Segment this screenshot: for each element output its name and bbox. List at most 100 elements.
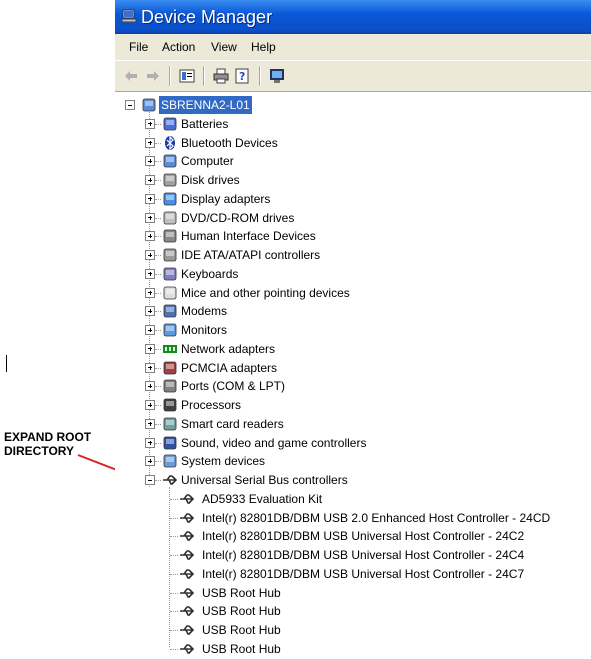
usb-device-label: USB Root Hub bbox=[202, 641, 281, 656]
expand-toggle[interactable] bbox=[145, 306, 155, 317]
expand-toggle[interactable] bbox=[145, 325, 155, 335]
svg-text:?: ? bbox=[239, 70, 245, 83]
expand-toggle[interactable] bbox=[145, 212, 155, 223]
tree-category[interactable]: Computer bbox=[115, 152, 591, 170]
collapse-toggle[interactable] bbox=[125, 100, 135, 110]
tree-guide-line bbox=[170, 517, 178, 519]
tree-category[interactable]: Bluetooth Devices bbox=[115, 134, 591, 152]
expand-toggle[interactable] bbox=[145, 268, 155, 279]
device-manager-window: Device Manager File Action View Help ? S… bbox=[115, 0, 591, 659]
usb-device-item[interactable]: Intel(r) 82801DB/DBM USB Universal Host … bbox=[115, 527, 591, 545]
expand-toggle[interactable] bbox=[145, 137, 155, 148]
tree-category[interactable]: Smart card readers bbox=[115, 415, 591, 433]
tree-guide-line bbox=[155, 217, 161, 219]
tree-category[interactable]: Display adapters bbox=[115, 190, 591, 208]
expand-toggle[interactable] bbox=[145, 456, 155, 467]
tree-category[interactable]: Processors bbox=[115, 396, 591, 414]
expand-toggle[interactable] bbox=[145, 156, 155, 167]
tree-guide-line bbox=[170, 555, 178, 556]
tree-category[interactable]: DVD/CD-ROM drives bbox=[115, 209, 591, 227]
menu-bar: File Action View Help bbox=[115, 34, 591, 60]
menu-action[interactable]: Action bbox=[162, 40, 195, 54]
usb-device-label: Intel(r) 82801DB/DBM USB Universal Host … bbox=[202, 548, 525, 562]
tree-root[interactable]: SBRENNA2-L01 bbox=[115, 96, 591, 114]
menu-view[interactable]: View bbox=[211, 40, 237, 54]
back-icon[interactable] bbox=[123, 68, 139, 84]
tree-category[interactable]: Network adapters bbox=[115, 340, 591, 358]
pcmcia-icon bbox=[163, 361, 177, 374]
tree-guide-line bbox=[155, 423, 161, 425]
expand-toggle[interactable] bbox=[145, 418, 155, 429]
expand-toggle[interactable] bbox=[145, 193, 155, 204]
tree-guide-line bbox=[155, 386, 161, 388]
tree-category[interactable]: Disk drives bbox=[115, 171, 591, 189]
annotation-line-1: EXPAND ROOT bbox=[4, 430, 92, 444]
tree-category-label: IDE ATA/ATAPI controllers bbox=[181, 248, 321, 262]
tree-category-label: Keyboards bbox=[181, 266, 239, 281]
expand-toggle[interactable] bbox=[145, 231, 155, 242]
forward-icon[interactable] bbox=[145, 68, 161, 84]
collapse-toggle[interactable] bbox=[145, 475, 155, 485]
title-bar[interactable]: Device Manager bbox=[115, 0, 591, 34]
expand-toggle[interactable] bbox=[145, 250, 155, 260]
tree-category[interactable]: Ports (COM & LPT) bbox=[115, 377, 591, 395]
tree-category[interactable]: Batteries bbox=[115, 115, 591, 133]
battery-icon bbox=[163, 117, 177, 131]
expand-toggle[interactable] bbox=[145, 400, 155, 410]
usb-device-label: AD5933 Evaluation Kit bbox=[202, 491, 323, 506]
smartcard-icon bbox=[163, 417, 177, 431]
expand-toggle[interactable] bbox=[145, 287, 155, 298]
usb-device-item[interactable]: USB Root Hub bbox=[115, 602, 591, 620]
properties-icon[interactable] bbox=[179, 68, 195, 84]
expand-toggle[interactable] bbox=[145, 175, 155, 185]
print-icon[interactable] bbox=[213, 68, 229, 84]
usb-device-label: Intel(r) 82801DB/DBM USB Universal Host … bbox=[202, 566, 525, 581]
usb-icon bbox=[180, 493, 195, 504]
menu-file[interactable]: File bbox=[129, 40, 148, 54]
tree-category[interactable]: IDE ATA/ATAPI controllers bbox=[115, 246, 591, 264]
tree-category[interactable]: Human Interface Devices bbox=[115, 227, 591, 245]
tree-category-label: Disk drives bbox=[181, 173, 240, 187]
usb-icon bbox=[180, 643, 195, 654]
expand-toggle[interactable] bbox=[145, 381, 155, 392]
expand-toggle[interactable] bbox=[145, 362, 155, 373]
expand-toggle[interactable] bbox=[145, 343, 155, 354]
help-icon[interactable]: ? bbox=[235, 68, 251, 84]
processor-icon bbox=[163, 398, 177, 412]
tree-category[interactable]: Sound, video and game controllers bbox=[115, 434, 591, 452]
usb-device-item[interactable]: Intel(r) 82801DB/DBM USB Universal Host … bbox=[115, 546, 591, 564]
tree-category-label: Human Interface Devices bbox=[181, 229, 316, 244]
expand-toggle[interactable] bbox=[145, 118, 155, 129]
tree-category[interactable]: PCMCIA adapters bbox=[115, 359, 591, 377]
tree-category-label: Modems bbox=[181, 304, 228, 319]
usb-icon bbox=[180, 587, 195, 598]
dvd-icon bbox=[163, 211, 177, 224]
tree-category[interactable]: Monitors bbox=[115, 321, 591, 339]
tree-category[interactable]: Mice and other pointing devices bbox=[115, 284, 591, 302]
usb-device-item[interactable]: Intel(r) 82801DB/DBM USB Universal Host … bbox=[115, 565, 591, 583]
system-icon bbox=[163, 454, 177, 468]
tree-category[interactable]: Keyboards bbox=[115, 265, 591, 283]
menu-help[interactable]: Help bbox=[251, 40, 276, 54]
tree-category[interactable]: Modems bbox=[115, 302, 591, 320]
usb-device-item[interactable]: USB Root Hub bbox=[115, 621, 591, 639]
tree-guide-line bbox=[170, 573, 178, 575]
tree-category-label: Ports (COM & LPT) bbox=[181, 379, 286, 394]
monitor-icon bbox=[163, 323, 177, 337]
computer-icon bbox=[142, 98, 156, 112]
network-icon bbox=[163, 344, 177, 353]
tree-guide-line bbox=[155, 292, 161, 294]
usb-device-item[interactable]: USB Root Hub bbox=[115, 640, 591, 658]
tree-category[interactable]: Universal Serial Bus controllers bbox=[115, 471, 591, 489]
usb-device-item[interactable]: AD5933 Evaluation Kit bbox=[115, 490, 591, 508]
expand-toggle[interactable] bbox=[145, 437, 155, 448]
scan-hardware-icon[interactable] bbox=[269, 68, 285, 84]
tree-root-label: SBRENNA2-L01 bbox=[159, 96, 252, 114]
tree-category[interactable]: System devices bbox=[115, 452, 591, 470]
tree-guide-line bbox=[155, 330, 161, 331]
tree-category-label: Universal Serial Bus controllers bbox=[181, 473, 348, 487]
tree-category-label: Display adapters bbox=[181, 191, 271, 206]
tree-guide-line bbox=[170, 611, 178, 613]
usb-device-item[interactable]: Intel(r) 82801DB/DBM USB 2.0 Enhanced Ho… bbox=[115, 509, 591, 527]
usb-device-item[interactable]: USB Root Hub bbox=[115, 584, 591, 602]
